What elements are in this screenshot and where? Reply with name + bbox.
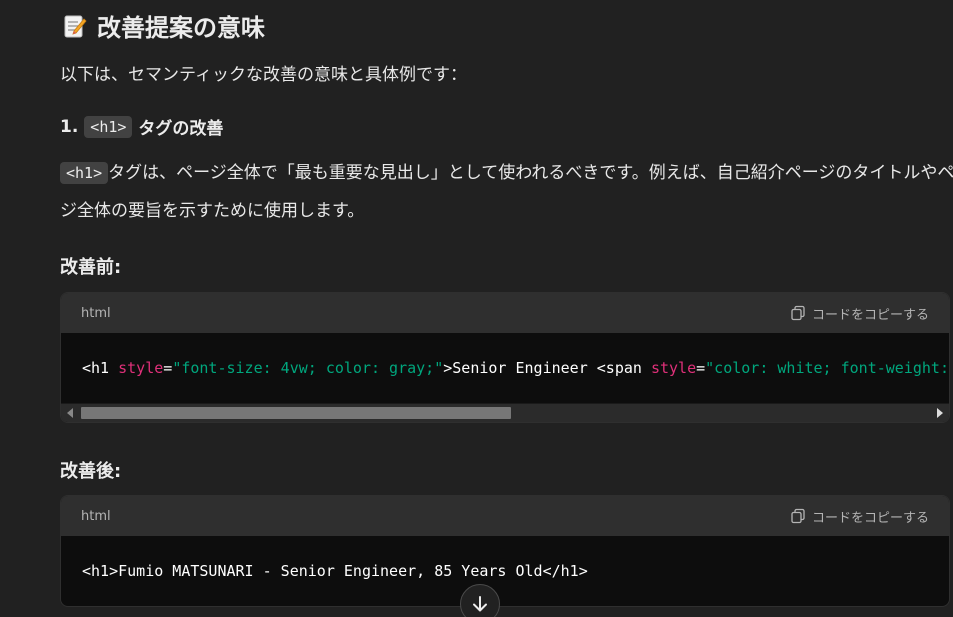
inline-code: <h1> — [84, 115, 133, 138]
scrollbar-thumb[interactable] — [81, 407, 511, 419]
code-block-after: html コードをコピーする <h1>Fumio MATSUNARI - Sen… — [60, 495, 950, 607]
code-block-before: html コードをコピーする <h1 style = "font-size: 4vw… — [60, 292, 950, 423]
copy-icon — [791, 305, 805, 321]
item-title: タグの改善 — [138, 119, 224, 139]
code-token: >Senior Engineer <span — [443, 359, 651, 377]
arrow-down-icon — [473, 596, 487, 612]
code-token: = — [696, 359, 706, 377]
copy-label: コードをコピーする — [811, 307, 929, 323]
description-paragraph: <h1> タグは、ページ全体で「最も重要な見出し」として使われるべきです。例えば、… — [60, 154, 953, 230]
copy-code-button[interactable]: コードをコピーする — [790, 507, 929, 526]
scroll-right-arrow[interactable] — [937, 408, 943, 418]
intro-text: 以下は、セマンティックな改善の意味と具体例です： — [60, 65, 467, 85]
code-token: "color: white; font-weight: bold;" — [705, 359, 949, 377]
section-title: 改善提案の意味 — [97, 14, 265, 42]
copy-label: コードをコピーする — [811, 510, 929, 526]
item-number: 1. — [60, 116, 79, 137]
paragraph-text: タグは、ページ全体で「最も重要な見出し」として使われるべきです。例えば、自己紹介… — [108, 163, 953, 183]
paragraph-line-1: <h1> タグは、ページ全体で「最も重要な見出し」として使われるべきです。例えば、… — [60, 154, 953, 192]
scroll-to-bottom-button[interactable] — [460, 584, 500, 617]
code-token: style — [650, 359, 697, 377]
code-token: style — [118, 359, 164, 377]
item-heading: 1. <h1> タグの改善 — [60, 114, 223, 139]
code-header: html コードをコピーする — [61, 293, 949, 333]
before-label: 改善前: — [60, 257, 122, 278]
section-heading: 改善提案の意味 — [63, 8, 265, 43]
code-language: html — [81, 305, 111, 321]
inline-code: <h1> — [60, 162, 109, 184]
paragraph-line-2: ジ全体の要旨を示すために使用します。 — [60, 201, 365, 221]
chat-content: 改善提案の意味 以下は、セマンティックな改善の意味と具体例です： 1. <h1>… — [0, 0, 953, 617]
code-content: <h1 style = "font-size: 4vw; color: gray;"… — [61, 333, 949, 403]
copy-code-button[interactable]: コードをコピーする — [790, 304, 929, 323]
code-token: "font-size: 4vw; color: gray;" — [172, 359, 444, 377]
horizontal-scrollbar[interactable] — [61, 403, 949, 422]
code-language: html — [81, 508, 111, 524]
code-header: html コードをコピーする — [61, 496, 949, 536]
scroll-left-arrow[interactable] — [67, 408, 73, 418]
code-content: <h1>Fumio MATSUNARI - Senior Engineer, 8… — [82, 562, 588, 580]
copy-icon — [791, 508, 805, 524]
code-token: = — [163, 359, 173, 377]
after-label: 改善後: — [60, 461, 122, 482]
code-token: <h1 — [82, 359, 119, 377]
memo-icon — [63, 13, 87, 39]
